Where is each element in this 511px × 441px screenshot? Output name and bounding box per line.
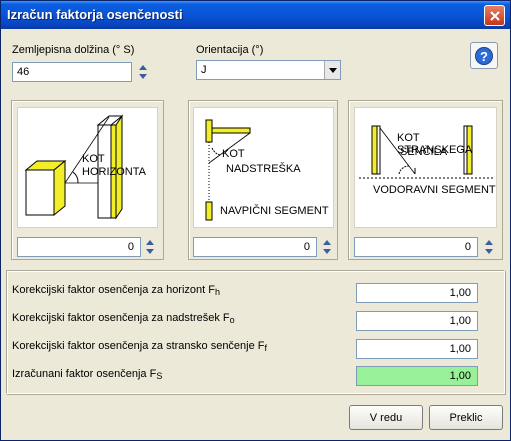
horizon-text-2: HORIZONTA bbox=[82, 166, 146, 178]
close-button[interactable] bbox=[484, 5, 505, 26]
ok-button[interactable]: V redu bbox=[349, 405, 423, 430]
side-fin-text-3: VODORAVNI SEGMENT bbox=[373, 184, 496, 196]
orientation-label: Orientacija (°) bbox=[196, 44, 264, 56]
help-icon: ? bbox=[475, 46, 493, 65]
side-fin-angle-input[interactable]: 0 bbox=[354, 237, 478, 257]
chevron-down-icon[interactable] bbox=[324, 61, 340, 79]
cancel-button[interactable]: Preklic bbox=[429, 405, 503, 430]
overhang-factor-value: 1,00 bbox=[356, 311, 478, 331]
close-icon bbox=[489, 10, 500, 21]
horizon-factor-value: 1,00 bbox=[356, 283, 478, 303]
overhang-text-1: KOT bbox=[222, 148, 245, 160]
side-fin-diagram: KOT STRANSKEGA SENČILA VODORAVNI SEGMENT bbox=[354, 107, 497, 228]
side-fin-illustration bbox=[359, 125, 493, 179]
side-fin-factor-value: 1,00 bbox=[356, 339, 478, 359]
side-fin-factor-label: Korekcijski faktor osenčenja za stransko… bbox=[12, 340, 268, 353]
horizon-panel: KOT HORIZONTA 0 bbox=[11, 100, 164, 260]
overhang-diagram: KOT NADSTREŠKA NAVPIČNI SEGMENT bbox=[193, 107, 334, 228]
side-fin-text-2: SENČILA bbox=[400, 146, 448, 158]
longitude-input[interactable]: 46 bbox=[12, 62, 132, 82]
overhang-text-2: NADSTREŠKA bbox=[226, 163, 301, 175]
overhang-text-3: NAVPIČNI SEGMENT bbox=[220, 205, 329, 217]
orientation-value: J bbox=[201, 64, 207, 76]
title-bar: Izračun faktorja osenčenosti bbox=[1, 1, 510, 29]
horizon-text-1: KOT bbox=[82, 153, 105, 165]
overhang-angle-spinner[interactable] bbox=[322, 239, 332, 255]
overhang-panel: KOT NADSTREŠKA NAVPIČNI SEGMENT 0 bbox=[188, 100, 338, 260]
horizon-factor-label: Korekcijski faktor osenčenja za horizont… bbox=[12, 284, 220, 297]
horizon-diagram: KOT HORIZONTA bbox=[17, 107, 158, 228]
longitude-spinner[interactable] bbox=[138, 64, 148, 80]
dialog-window: Izračun faktorja osenčenosti Zemljepisna… bbox=[0, 0, 511, 441]
overhang-angle-input[interactable]: 0 bbox=[193, 237, 317, 257]
svg-text:?: ? bbox=[480, 49, 488, 64]
horizon-angle-input[interactable]: 0 bbox=[17, 237, 141, 257]
window-title: Izračun faktorja osenčenosti bbox=[7, 7, 183, 22]
side-fin-angle-spinner[interactable] bbox=[484, 239, 494, 255]
help-button[interactable]: ? bbox=[470, 42, 498, 69]
side-fin-panel: KOT STRANSKEGA SENČILA VODORAVNI SEGMENT… bbox=[348, 100, 503, 260]
longitude-label: Zemljepisna dolžina (° S) bbox=[12, 44, 135, 56]
result-factor-label: Izračunani faktor osenčenja FS bbox=[12, 368, 163, 381]
overhang-factor-label: Korekcijski faktor osenčenja za nadstreš… bbox=[12, 312, 235, 325]
orientation-select[interactable]: J bbox=[196, 60, 341, 80]
horizon-angle-spinner[interactable] bbox=[145, 239, 155, 255]
result-factor-value: 1,00 bbox=[356, 366, 478, 386]
